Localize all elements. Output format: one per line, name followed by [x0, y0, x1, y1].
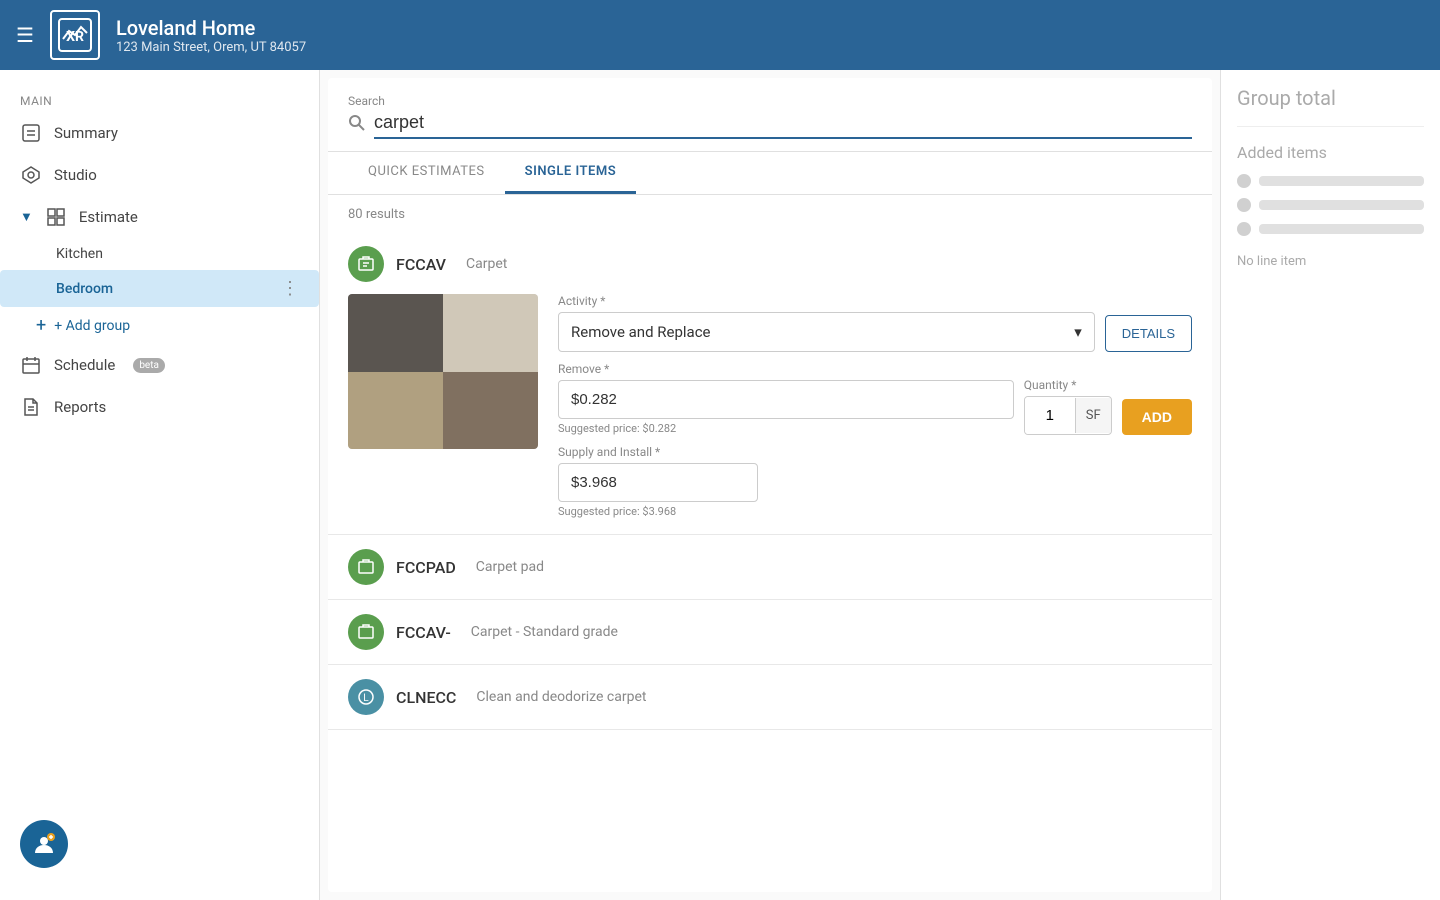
activity-value: Remove and Replace: [571, 323, 711, 341]
add-group-label: + Add group: [54, 318, 130, 334]
item-fccav-std-name: FCCAV-: [396, 623, 451, 642]
logo: XR: [50, 10, 100, 60]
quantity-input-row: SF: [1024, 396, 1112, 435]
results-count: 80 results: [328, 195, 1212, 230]
item-fccpad-badge: [348, 549, 384, 585]
tab-quick-estimates[interactable]: QUICK ESTIMATES: [348, 152, 505, 194]
no-line-item-text: No line item: [1237, 254, 1424, 269]
supply-install-suggested: Suggested price: $3.968: [558, 505, 1192, 518]
supply-install-input[interactable]: [558, 463, 758, 502]
swatch-3: [348, 372, 443, 450]
sidebar-reports-label: Reports: [54, 398, 106, 416]
item-fccav-details: Activity * Remove and Replace ▾ DETAILS: [558, 294, 1192, 518]
item-fccav-image: [348, 294, 538, 449]
sidebar-item-schedule[interactable]: Schedule beta: [0, 344, 319, 386]
search-label: Search: [348, 94, 1192, 108]
item-fccpad-category: Carpet pad: [476, 559, 544, 575]
bedroom-label: Bedroom: [56, 281, 113, 297]
sidebar-sub-bedroom[interactable]: Bedroom ⋮: [0, 270, 319, 307]
group-total-title: Group total: [1237, 86, 1424, 110]
item-fccav-std-category: Carpet - Standard grade: [471, 624, 618, 640]
main-content: Search QUICK ESTIMATES SINGLE ITEMS: [320, 70, 1440, 900]
svg-text:L: L: [363, 693, 369, 704]
swatch-2: [443, 294, 538, 372]
bottom-action-icon[interactable]: [20, 820, 68, 868]
remove-suggested: Suggested price: $0.282: [558, 422, 1014, 435]
header-title: Loveland Home 123 Main Street, Orem, UT …: [116, 16, 306, 55]
schedule-badge: beta: [133, 358, 165, 373]
placeholder-line-3: [1237, 222, 1424, 236]
quantity-unit: SF: [1075, 398, 1111, 433]
kitchen-label: Kitchen: [56, 246, 103, 262]
dropdown-icon: ▾: [1074, 323, 1082, 341]
item-clnecc-badge: L: [348, 679, 384, 715]
remove-label: Remove *: [558, 362, 1014, 376]
placeholder-dot-1: [1237, 174, 1251, 188]
activity-label: Activity *: [558, 294, 1192, 308]
item-fccav-category: Carpet: [466, 256, 507, 272]
quantity-label: Quantity *: [1024, 378, 1112, 392]
swatch-4: [443, 372, 538, 450]
sidebar-item-estimate[interactable]: ▼ Estimate: [0, 196, 319, 238]
supply-install-label: Supply and Install *: [558, 445, 1192, 459]
right-panel: Group total Added items No line item: [1220, 70, 1440, 900]
sidebar-estimate-label: Estimate: [79, 208, 138, 226]
sidebar-studio-label: Studio: [54, 166, 97, 184]
sidebar-item-reports[interactable]: Reports: [0, 386, 319, 428]
summary-icon: [20, 122, 42, 144]
item-fccav-std-badge: [348, 614, 384, 650]
item-clnecc-category: Clean and deodorize carpet: [476, 689, 646, 705]
sidebar-sub-kitchen[interactable]: Kitchen: [0, 238, 319, 270]
search-panel: Search QUICK ESTIMATES SINGLE ITEMS: [328, 78, 1212, 892]
added-items-title: Added items: [1237, 143, 1424, 162]
main-layout: Main Summary Studio ▼: [0, 70, 1440, 900]
activity-select[interactable]: Remove and Replace ▾: [558, 312, 1095, 352]
app-subtitle: 123 Main Street, Orem, UT 84057: [116, 40, 306, 55]
swatch-1: [348, 294, 443, 372]
quantity-input[interactable]: [1025, 397, 1075, 434]
placeholder-bar-3: [1259, 224, 1424, 234]
search-input[interactable]: [374, 112, 1192, 139]
item-fccav-name: FCCAV: [396, 255, 446, 274]
placeholder-bar-2: [1259, 200, 1424, 210]
placeholder-line-1: [1237, 174, 1424, 188]
placeholder-dot-3: [1237, 222, 1251, 236]
sidebar-item-summary[interactable]: Summary: [0, 112, 319, 154]
search-icon: [348, 114, 366, 137]
search-bar-area: Search: [328, 78, 1212, 152]
sidebar-item-studio[interactable]: Studio: [0, 154, 319, 196]
bedroom-more-icon[interactable]: ⋮: [281, 278, 299, 299]
item-card-fccav: FCCAV Carpet: [328, 230, 1212, 535]
results-area: 80 results FCCAV Carpe: [328, 195, 1212, 892]
item-fccpad-name: FCCPAD: [396, 558, 456, 577]
add-icon: +: [36, 315, 46, 336]
menu-icon[interactable]: ☰: [16, 23, 34, 47]
item-card-fccpad[interactable]: FCCPAD Carpet pad: [328, 535, 1212, 600]
tabs: QUICK ESTIMATES SINGLE ITEMS: [328, 152, 1212, 195]
sidebar-section-main: Main: [0, 86, 319, 112]
sidebar: Main Summary Studio ▼: [0, 70, 320, 900]
placeholder-bar-1: [1259, 176, 1424, 186]
remove-price-input[interactable]: [558, 380, 1014, 419]
item-fccav-badge: [348, 246, 384, 282]
estimate-icon: [45, 206, 67, 228]
add-button[interactable]: ADD: [1122, 399, 1192, 435]
tab-single-items[interactable]: SINGLE ITEMS: [505, 152, 637, 194]
header: ☰ XR Loveland Home 123 Main Street, Orem…: [0, 0, 1440, 70]
studio-icon: [20, 164, 42, 186]
item-card-clnecc[interactable]: L CLNECC Clean and deodorize carpet: [328, 665, 1212, 730]
item-clnecc-name: CLNECC: [396, 688, 456, 707]
sidebar-summary-label: Summary: [54, 124, 118, 142]
schedule-icon: [20, 354, 42, 376]
reports-icon: [20, 396, 42, 418]
add-group-button[interactable]: + + Add group: [0, 307, 319, 344]
details-button[interactable]: DETAILS: [1105, 315, 1192, 352]
placeholder-line-2: [1237, 198, 1424, 212]
sidebar-bottom: [0, 804, 319, 884]
item-card-fccav-std[interactable]: FCCAV- Carpet - Standard grade: [328, 600, 1212, 665]
placeholder-dot-2: [1237, 198, 1251, 212]
app-title: Loveland Home: [116, 16, 306, 40]
sidebar-schedule-label: Schedule: [54, 356, 115, 374]
